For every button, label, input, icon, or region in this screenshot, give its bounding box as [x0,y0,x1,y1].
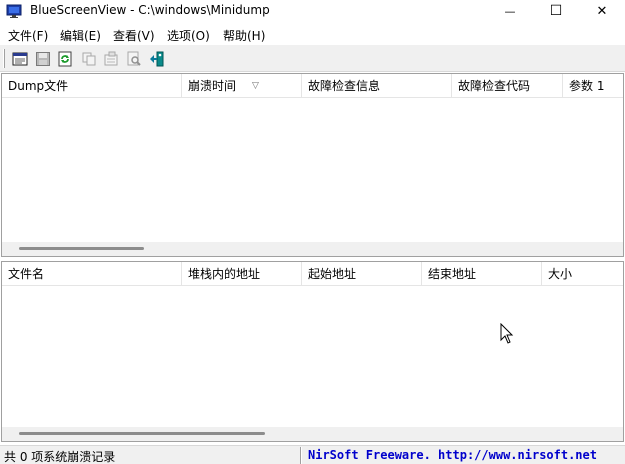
col-size[interactable]: 大小 [542,262,623,286]
refresh-button[interactable] [55,49,75,69]
sort-descending-icon: ▽ [252,81,259,91]
driver-list[interactable]: 文件名 堆栈内的地址 起始地址 结束地址 大小 [1,261,624,442]
toolbar-grip [3,49,5,68]
bluescreen-app-icon [6,4,22,18]
crash-count-status: 共 0 项系统崩溃记录 [4,450,116,464]
col-parameter-1-label: 参数 1 [569,79,605,93]
menu-edit[interactable]: 编辑(E) [60,27,101,44]
exit-button[interactable] [147,49,167,69]
maximize-icon: ☐ [549,3,563,19]
col-address-in-stack-label: 堆栈内的地址 [188,267,261,281]
col-size-label: 大小 [548,267,573,281]
close-icon: ✕ [596,3,608,19]
col-to-address[interactable]: 结束地址 [422,262,542,286]
html-report-icon [12,52,28,66]
title-bar: BlueScreenView - C:\windows\Minidump — ☐… [0,0,625,22]
status-bar: 共 0 项系统崩溃记录 NirSoft Freeware. http://www… [0,445,625,464]
find-button[interactable] [124,49,144,69]
col-bug-check-code[interactable]: 故障检查代码 [452,74,563,98]
properties-icon [104,51,118,66]
driver-list-scroll-thumb[interactable] [19,432,265,435]
driver-list-header: 文件名 堆栈内的地址 起始地址 结束地址 大小 [2,262,623,286]
nirsoft-link[interactable]: NirSoft Freeware. http://www.nirsoft.net [308,448,625,462]
menu-options[interactable]: 选项(O) [167,27,210,44]
col-bug-check-string-label: 故障检查信息 [308,79,381,93]
dump-list-scroll-thumb[interactable] [19,247,144,250]
minimize-icon: — [504,4,516,18]
copy-icon [82,52,96,66]
dump-list[interactable]: Dump文件 崩溃时间 ▽ 故障检查信息 故障检查代码 参数 1 [1,73,624,257]
driver-list-hscrollbar[interactable] [2,427,623,441]
col-from-address-label: 起始地址 [308,267,357,281]
toolbar [0,45,625,72]
col-address-in-stack[interactable]: 堆栈内的地址 [182,262,302,286]
maximize-button[interactable]: ☐ [534,0,578,22]
dump-list-header: Dump文件 崩溃时间 ▽ 故障检查信息 故障检查代码 参数 1 [2,74,623,98]
menu-file[interactable]: 文件(F) [8,27,48,44]
col-from-address[interactable]: 起始地址 [302,262,422,286]
html-report-button[interactable] [10,49,30,69]
menu-view[interactable]: 查看(V) [113,27,155,44]
save-button[interactable] [33,49,53,69]
copy-button[interactable] [79,49,99,69]
col-filename[interactable]: 文件名 [2,262,182,286]
menu-help[interactable]: 帮助(H) [223,27,265,44]
col-filename-label: 文件名 [8,267,45,281]
mouse-cursor-icon [500,323,514,344]
minimize-button[interactable]: — [488,0,532,22]
col-dump-file[interactable]: Dump文件 [2,74,182,98]
col-crash-time[interactable]: 崩溃时间 [182,74,302,98]
status-separator [300,447,302,464]
save-icon [36,52,50,66]
window-title: BlueScreenView - C:\windows\Minidump [30,3,270,17]
menu-bar: 文件(F) 编辑(E) 查看(V) 选项(O) 帮助(H) [0,22,625,44]
find-icon [127,51,141,66]
properties-button[interactable] [101,49,121,69]
col-dump-file-label: Dump文件 [8,79,69,93]
col-to-address-label: 结束地址 [428,267,477,281]
close-button[interactable]: ✕ [580,0,624,22]
dump-list-hscrollbar[interactable] [2,242,623,256]
col-bug-check-code-label: 故障检查代码 [458,79,531,93]
col-bug-check-string[interactable]: 故障检查信息 [302,74,452,98]
col-crash-time-label: 崩溃时间 [188,79,237,93]
exit-icon [150,51,164,67]
refresh-icon [58,51,72,67]
col-parameter-1[interactable]: 参数 1 [563,74,623,98]
